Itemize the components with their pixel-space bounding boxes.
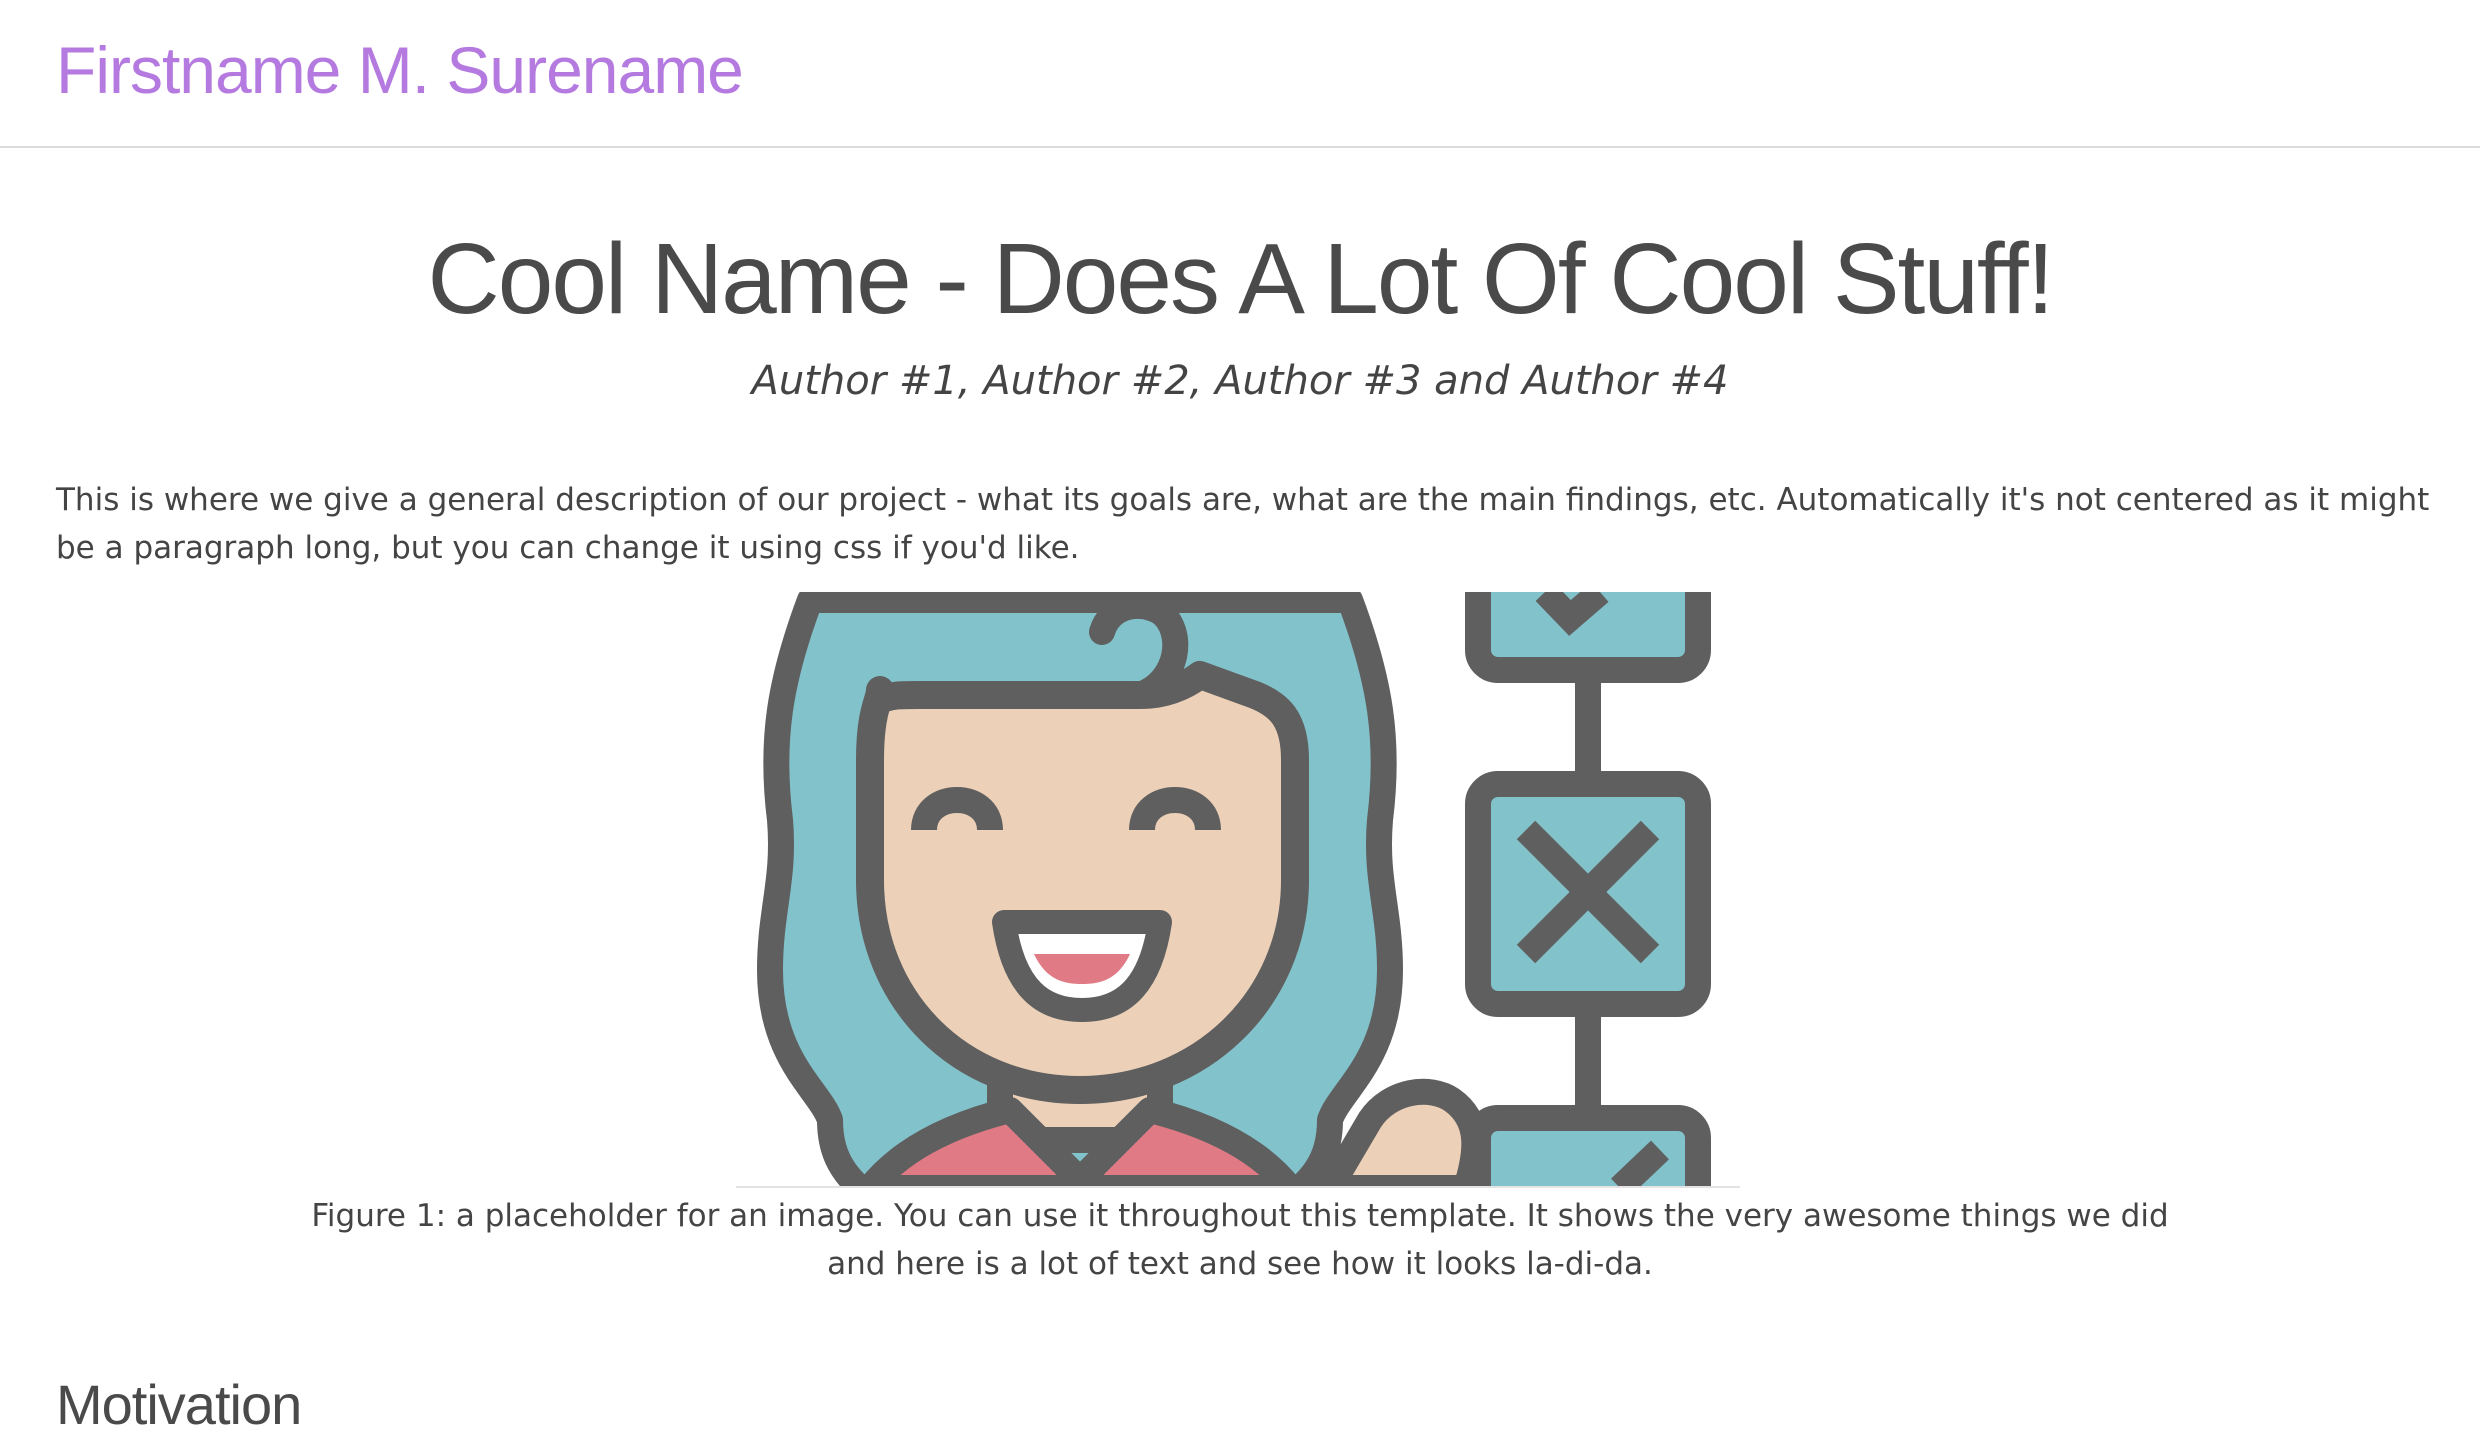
figure-caption: Figure 1: a placeholder for an image. Yo… [311,1198,2169,1282]
figure-image [736,592,1740,1188]
section-heading-motivation: Motivation [56,1373,302,1436]
girl-with-flowchart-icon [757,592,1711,1186]
page-title: Cool Name - Does A Lot Of Cool Stuff! [427,223,2055,335]
navbar: Firstname M. Surename [0,0,2480,148]
author-list: Author #1, Author #2, Author #3 and Auth… [751,358,1729,404]
project-description: This is where we give a general descript… [56,482,2430,566]
brand-link[interactable]: Firstname M. Surename [56,32,744,108]
